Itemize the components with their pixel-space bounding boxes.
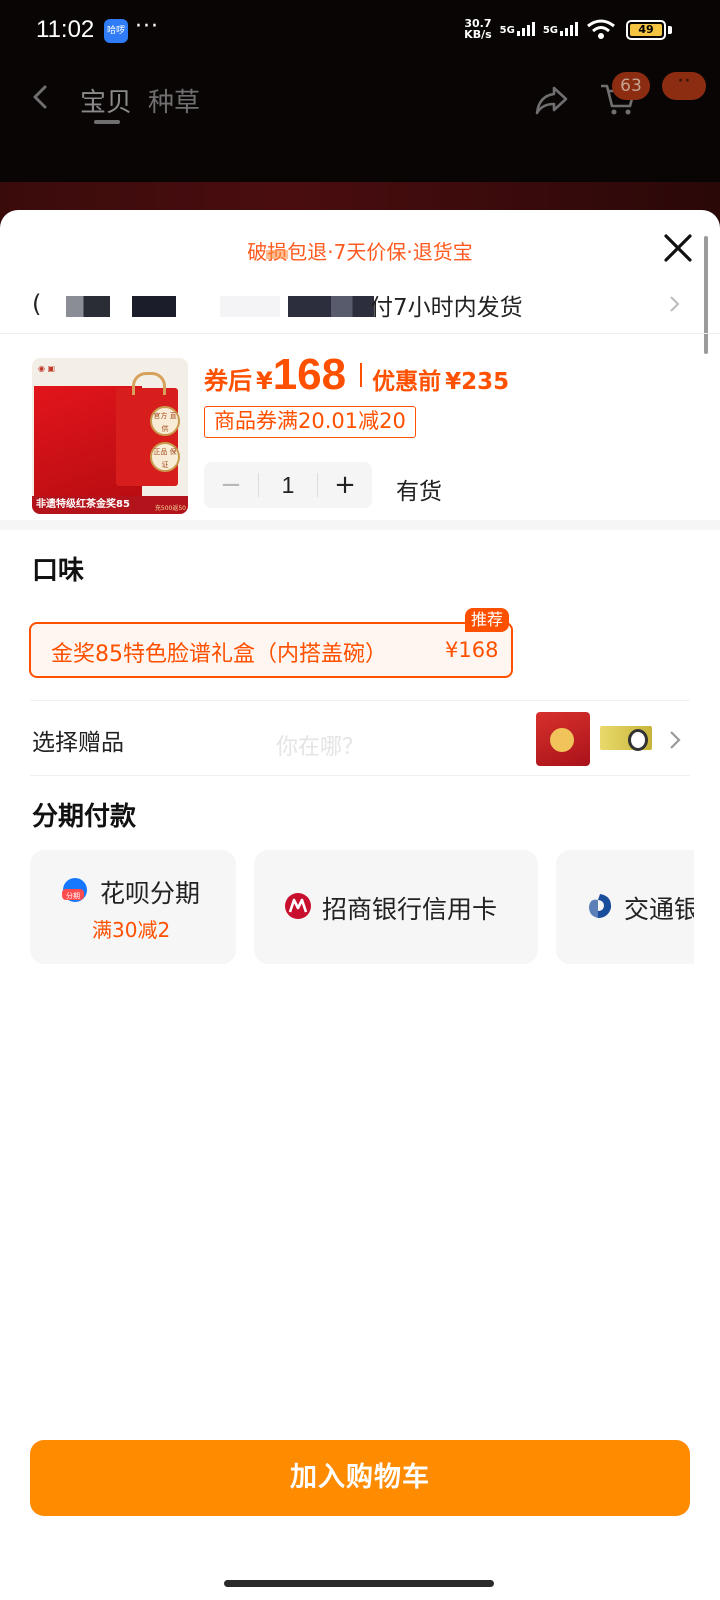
add-to-cart-button[interactable]: 加入购物车 [30, 1440, 690, 1516]
service-promise: 破损包退·7天价保·退货宝 [247, 240, 473, 264]
decrease-button[interactable]: − [204, 470, 258, 500]
battery-tip [668, 26, 672, 34]
status-bar: 11:02 哈啰 ··· 30.7 KB/s 5G 5G 49 [0, 0, 720, 62]
installment-name: 交通银 [624, 895, 694, 924]
gift-image-tea-box [536, 712, 590, 766]
installment-option-bocom[interactable]: 交通银 [556, 850, 694, 964]
more-notifications-icon: ··· [135, 14, 159, 39]
chevron-right-icon [670, 731, 681, 749]
network-speed-unit: KB/s [464, 28, 492, 41]
bocom-bank-icon [589, 894, 612, 918]
redacted-block [132, 296, 176, 317]
gift-image-panda-card [600, 726, 652, 751]
home-indicator[interactable] [224, 1580, 494, 1587]
back-icon[interactable] [28, 84, 54, 110]
sku-selection-sheet: 破损包退·7天价保·退货宝 ( 付7小时内发货 ◉ ▣ 官方 直供 正品 保证 … [0, 210, 720, 1600]
price-currency: ¥ [256, 367, 273, 395]
tab-product[interactable]: 宝贝 [80, 82, 132, 119]
brand-logo: ◉ ▣ [38, 364, 56, 373]
installment-name: 花呗分期 [100, 879, 201, 908]
price-line: 券后 ¥ 168 优惠前 ¥235 [204, 350, 509, 400]
gift-label: 选择赠品 [32, 730, 124, 756]
price-prefix: 券后 [204, 367, 252, 395]
thumbnail-caption-side: 充500返50 [154, 505, 186, 512]
quantity-stepper: − 1 + [204, 462, 372, 508]
more-menu-icon[interactable]: ·· [662, 71, 706, 100]
huabei-icon: 分期 [62, 878, 87, 902]
redacted-block [220, 296, 280, 317]
gift-ghost-text: 你在哪？ [276, 735, 365, 760]
installment-name: 招商银行信用卡 [322, 895, 498, 924]
status-time: 11:02 [36, 16, 95, 43]
authentic-seal: 正品 保证 [150, 442, 180, 472]
shipping-info-row[interactable]: ( 付7小时内发货 [0, 276, 720, 334]
flavor-section-title: 口味 [32, 556, 85, 586]
redacted-block [288, 296, 374, 317]
flavor-option-selected[interactable]: 金奖85特色脸谱礼盒（内搭盖碗） ¥168 [29, 622, 513, 678]
battery-icon: 49 [626, 20, 666, 40]
battery-level: 49 [630, 24, 662, 36]
signal-icon-sim1: 5G [500, 22, 535, 36]
original-price: ¥235 [445, 369, 510, 395]
sim1-label: 5G [499, 25, 515, 36]
wifi-icon [587, 19, 615, 39]
installment-section-title: 分期付款 [32, 802, 137, 832]
app-notification-icon: 哈啰 [104, 19, 128, 43]
recommended-tag: 推荐 [465, 608, 510, 632]
gift-selection-row[interactable]: 选择赠品 你在哪？ [30, 700, 690, 776]
original-price-label: 优惠前 [372, 369, 442, 395]
cmb-bank-icon [285, 893, 311, 919]
chevron-right-icon [670, 296, 680, 312]
shipping-prefix: ( [32, 290, 42, 318]
flavor-option-name: 金奖85特色脸谱礼盒（内搭盖碗） [51, 642, 387, 667]
tab-recommend[interactable]: 种草 [148, 82, 200, 119]
installment-options: 分期 花呗分期 满30减2 招商银行信用卡 交通银 [30, 850, 694, 966]
product-thumbnail[interactable]: ◉ ▣ 官方 直供 正品 保证 非遗特级红茶金奖85 充500返50 [32, 358, 188, 514]
installment-option-cmb[interactable]: 招商银行信用卡 [254, 850, 538, 964]
product-summary: ◉ ▣ 官方 直供 正品 保证 非遗特级红茶金奖85 充500返50 券后 ¥ … [0, 334, 720, 530]
flavor-option-price: ¥168 [445, 638, 499, 662]
redacted-block [66, 296, 110, 317]
shipping-text: 付7小时内发货 [370, 295, 523, 321]
increase-button[interactable]: + [318, 470, 372, 500]
installment-promo: 满30减2 [92, 918, 171, 942]
svg-text:分期: 分期 [66, 891, 80, 900]
sim2-label: 5G [542, 25, 558, 36]
promise-highlight [266, 250, 288, 259]
quantity-value[interactable]: 1 [259, 472, 317, 499]
coupon-badge: 商品券满20.01减20 [204, 406, 416, 438]
cart-count-badge: 63 [612, 72, 650, 100]
stock-status: 有货 [396, 479, 442, 505]
signal-icon-sim2: 5G [543, 22, 578, 36]
price-divider [360, 363, 363, 387]
final-price: 168 [272, 350, 347, 399]
top-nav: 宝贝 种草 63 ·· [0, 68, 720, 128]
share-icon[interactable] [532, 80, 572, 120]
network-speed: 30.7 KB/s [464, 18, 491, 40]
tab-active-indicator [94, 120, 120, 124]
close-icon[interactable] [662, 232, 694, 264]
official-seal: 官方 直供 [150, 406, 180, 436]
installment-option-huabei[interactable]: 分期 花呗分期 满30减2 [30, 850, 236, 964]
